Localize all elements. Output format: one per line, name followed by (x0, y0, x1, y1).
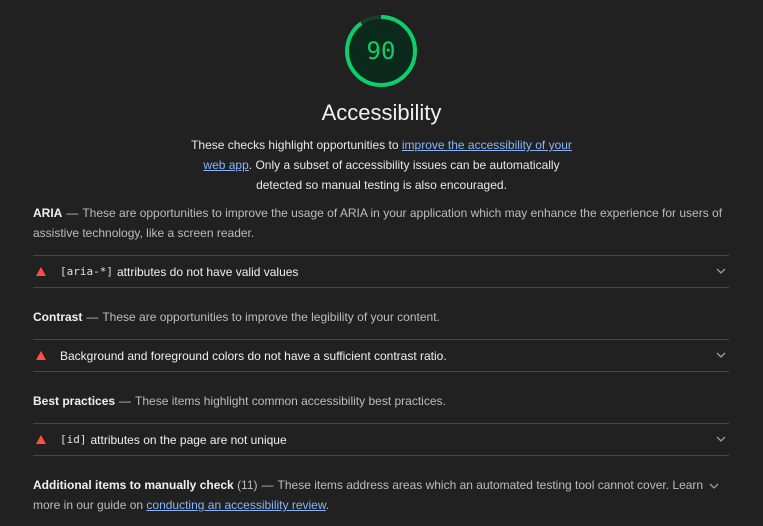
accessibility-review-link[interactable]: conducting an accessibility review (146, 498, 325, 512)
audit-code: [aria-*] (60, 265, 113, 278)
chevron-down-icon[interactable] (715, 349, 727, 361)
manual-count: (11) (237, 478, 258, 492)
group-header-best-practices: Best practices — These items highlight com… (33, 391, 723, 411)
group-description: These are opportunities to improve the l… (102, 310, 440, 324)
manual-checks-header[interactable]: Additional items to manually check (11) —… (33, 475, 713, 515)
audit-color-contrast[interactable]: Background and foreground colors do not … (33, 339, 729, 372)
chevron-down-icon[interactable] (715, 433, 727, 445)
group-name: ARIA (33, 206, 63, 220)
dash: — (86, 310, 99, 324)
audit-title: attributes do not have valid values (116, 264, 299, 279)
score-gauge: 90 (344, 14, 418, 88)
group-name: Contrast (33, 310, 83, 324)
group-description: These are opportunities to improve the u… (33, 206, 723, 240)
group-description: These items highlight common accessibili… (135, 394, 446, 408)
manual-title: Additional items to manually check (33, 478, 234, 492)
audit-duplicate-id[interactable]: [id] attributes on the page are not uniq… (33, 423, 729, 456)
dash: — (261, 478, 274, 492)
audit-code: [id] (60, 433, 87, 446)
manual-end: . (325, 498, 330, 512)
red-triangle-icon (36, 435, 46, 444)
group-header-contrast: Contrast — These are opportunities to impr… (33, 307, 723, 327)
category-title: Accessibility (321, 100, 442, 125)
description-text-end: . Only a subset of accessibility issues … (248, 158, 560, 192)
dash: — (66, 206, 79, 220)
chevron-down-icon[interactable] (708, 480, 720, 492)
description-text: These checks highlight opportunities to (191, 138, 402, 152)
red-triangle-icon (36, 351, 46, 360)
audit-title: Background and foreground colors do not … (60, 348, 447, 363)
group-name: Best practices (33, 394, 116, 408)
group-header-aria: ARIA — These are opportunities to improve … (33, 203, 723, 243)
dash: — (119, 394, 132, 408)
audit-title: attributes on the page are not unique (90, 432, 287, 447)
score-value: 90 (366, 37, 396, 65)
red-triangle-icon (36, 267, 46, 276)
chevron-down-icon[interactable] (715, 265, 727, 277)
audit-aria-valid-attr-value[interactable]: [aria-*] attributes do not have valid va… (33, 255, 729, 288)
category-description: These checks highlight opportunities to … (180, 135, 583, 195)
